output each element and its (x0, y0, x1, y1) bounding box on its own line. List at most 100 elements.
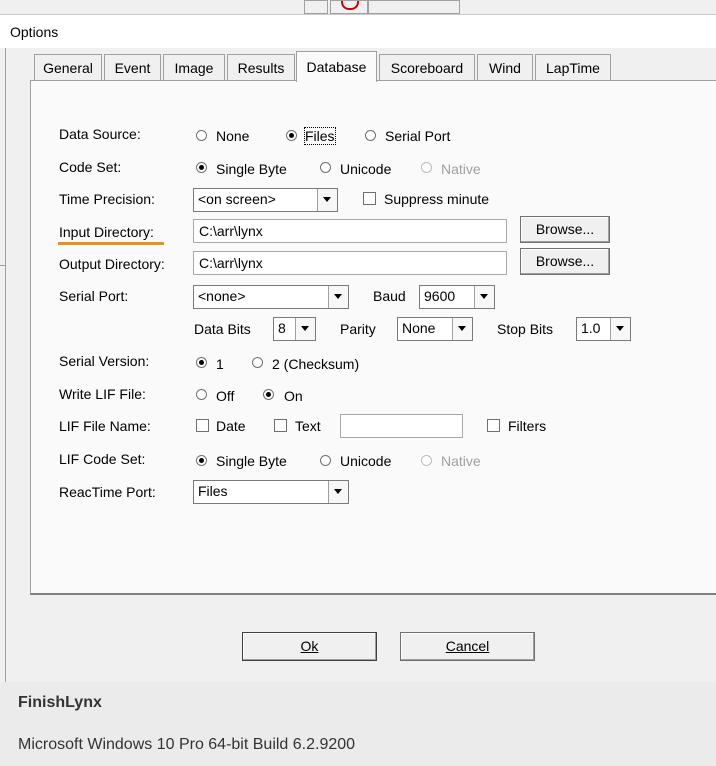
lif-code-set-unicode-radio[interactable] (320, 455, 331, 466)
serial-port-label: Serial Port: (59, 288, 129, 304)
footer-os-info: Microsoft Windows 10 Pro 64-bit Build 6.… (18, 736, 356, 753)
scroll-down-control[interactable] (304, 0, 328, 14)
lif-code-set-single-byte-label[interactable]: Single Byte (216, 453, 287, 469)
toolbar-field[interactable] (368, 0, 460, 14)
suppress-minute-label[interactable]: Suppress minute (384, 191, 489, 207)
write-lif-off-radio[interactable] (196, 389, 207, 400)
chevron-down-icon[interactable] (317, 189, 337, 211)
serial-version-1-radio[interactable] (196, 357, 207, 368)
write-lif-on-radio[interactable] (263, 389, 274, 400)
data-source-serial-label[interactable]: Serial Port (385, 128, 450, 144)
lif-date-checkbox[interactable] (196, 419, 209, 432)
stop-icon (341, 1, 359, 10)
chevron-down-icon[interactable] (328, 286, 348, 308)
chevron-down-icon[interactable] (295, 318, 315, 340)
time-precision-label: Time Precision: (59, 191, 155, 207)
window-title: Options (10, 24, 59, 40)
lif-code-set-unicode-label[interactable]: Unicode (340, 453, 391, 469)
chevron-down-icon[interactable] (474, 286, 494, 308)
serial-version-2-radio[interactable] (252, 357, 263, 368)
code-set-label: Code Set: (59, 159, 122, 175)
lif-code-set-native-label: Native (441, 453, 481, 469)
cancel-button[interactable]: Cancel (400, 632, 535, 661)
ok-label: Ok (300, 638, 319, 654)
lif-code-set-single-byte-radio[interactable] (196, 455, 207, 466)
chevron-down-icon[interactable] (610, 318, 630, 340)
highlight-underline (58, 242, 164, 245)
lif-filters-label[interactable]: Filters (508, 418, 546, 434)
serial-port-select[interactable]: <none> (193, 285, 349, 309)
tab-results[interactable]: Results (227, 54, 295, 80)
lif-code-set-native-radio (421, 455, 432, 466)
chevron-down-icon[interactable] (328, 481, 348, 503)
serial-version-2-label[interactable]: 2 (Checksum) (272, 356, 359, 372)
reactime-port-label: ReacTime Port: (59, 484, 156, 500)
code-set-single-byte-label[interactable]: Single Byte (216, 161, 287, 177)
baud-label: Baud (373, 288, 406, 304)
suppress-minute-checkbox[interactable] (363, 192, 376, 205)
code-set-unicode-radio[interactable] (320, 162, 331, 173)
lif-text-field[interactable] (340, 414, 463, 438)
tab-scoreboard[interactable]: Scoreboard (379, 54, 475, 80)
time-precision-select[interactable]: <on screen> (193, 188, 338, 212)
output-browse-button[interactable]: Browse... (520, 248, 610, 275)
write-lif-off-label[interactable]: Off (216, 388, 234, 404)
stop-bits-select[interactable]: 1.0 (576, 317, 631, 341)
stop-bits-label: Stop Bits (497, 321, 554, 337)
footer-app-name: FinishLynx (18, 694, 102, 711)
data-bits-label: Data Bits (194, 321, 251, 337)
tab-image[interactable]: Image (163, 54, 225, 80)
data-source-files-label[interactable]: Files (304, 127, 336, 145)
parity-label: Parity (340, 321, 376, 337)
tab-label: Results (237, 60, 285, 76)
baud-select[interactable]: 9600 (419, 285, 495, 309)
tab-general[interactable]: General (34, 54, 102, 80)
lif-file-name-label: LIF File Name: (59, 418, 151, 434)
lif-date-label[interactable]: Date (216, 418, 246, 434)
tab-laptime[interactable]: LapTime (535, 54, 611, 80)
code-set-unicode-label[interactable]: Unicode (340, 161, 391, 177)
data-bits-select[interactable]: 8 (273, 317, 316, 341)
baud-value: 9600 (424, 288, 456, 304)
tab-label: Scoreboard (390, 60, 464, 76)
write-lif-label: Write LIF File: (59, 386, 146, 402)
output-directory-field[interactable]: C:\arr\lynx (193, 251, 507, 275)
tab-label: General (43, 60, 93, 76)
left-border-tick (0, 265, 6, 266)
code-set-native-radio (421, 162, 432, 173)
tab-label: Event (114, 60, 151, 76)
data-source-files-radio[interactable] (286, 130, 297, 141)
tab-label: Image (174, 60, 214, 76)
input-browse-button[interactable]: Browse... (520, 216, 610, 243)
data-bits-value: 8 (278, 320, 286, 336)
footer-caption: FinishLynx Microsoft Windows 10 Pro 64-b… (0, 682, 716, 766)
input-directory-value: C:\arr\lynx (199, 223, 263, 239)
stop-bits-value: 1.0 (581, 320, 601, 336)
tab-label: Wind (489, 60, 521, 76)
tab-label: Database (306, 59, 367, 75)
toolbar-icon-button[interactable] (330, 0, 368, 14)
code-set-single-byte-radio[interactable] (196, 162, 207, 173)
data-source-none-label[interactable]: None (216, 128, 249, 144)
output-directory-value: C:\arr\lynx (199, 255, 263, 271)
tab-database[interactable]: Database (296, 51, 377, 82)
reactime-port-value: Files (198, 483, 228, 499)
reactime-port-select[interactable]: Files (193, 480, 349, 504)
data-source-none-radio[interactable] (196, 130, 207, 141)
tab-wind[interactable]: Wind (477, 54, 533, 80)
serial-version-1-label[interactable]: 1 (216, 356, 224, 372)
data-source-serial-radio[interactable] (365, 130, 376, 141)
left-border (5, 48, 6, 682)
serial-version-label: Serial Version: (59, 353, 150, 369)
code-set-native-label: Native (441, 161, 481, 177)
tab-event[interactable]: Event (104, 54, 161, 80)
lif-filters-checkbox[interactable] (487, 419, 500, 432)
lif-text-label[interactable]: Text (295, 418, 321, 434)
input-directory-field[interactable]: C:\arr\lynx (193, 219, 507, 243)
parity-select[interactable]: None (397, 317, 473, 341)
lif-text-checkbox[interactable] (274, 419, 287, 432)
ok-button[interactable]: Ok (242, 632, 377, 661)
write-lif-on-label[interactable]: On (284, 388, 303, 404)
chevron-down-icon[interactable] (452, 318, 472, 340)
browse-label: Browse... (535, 221, 595, 237)
